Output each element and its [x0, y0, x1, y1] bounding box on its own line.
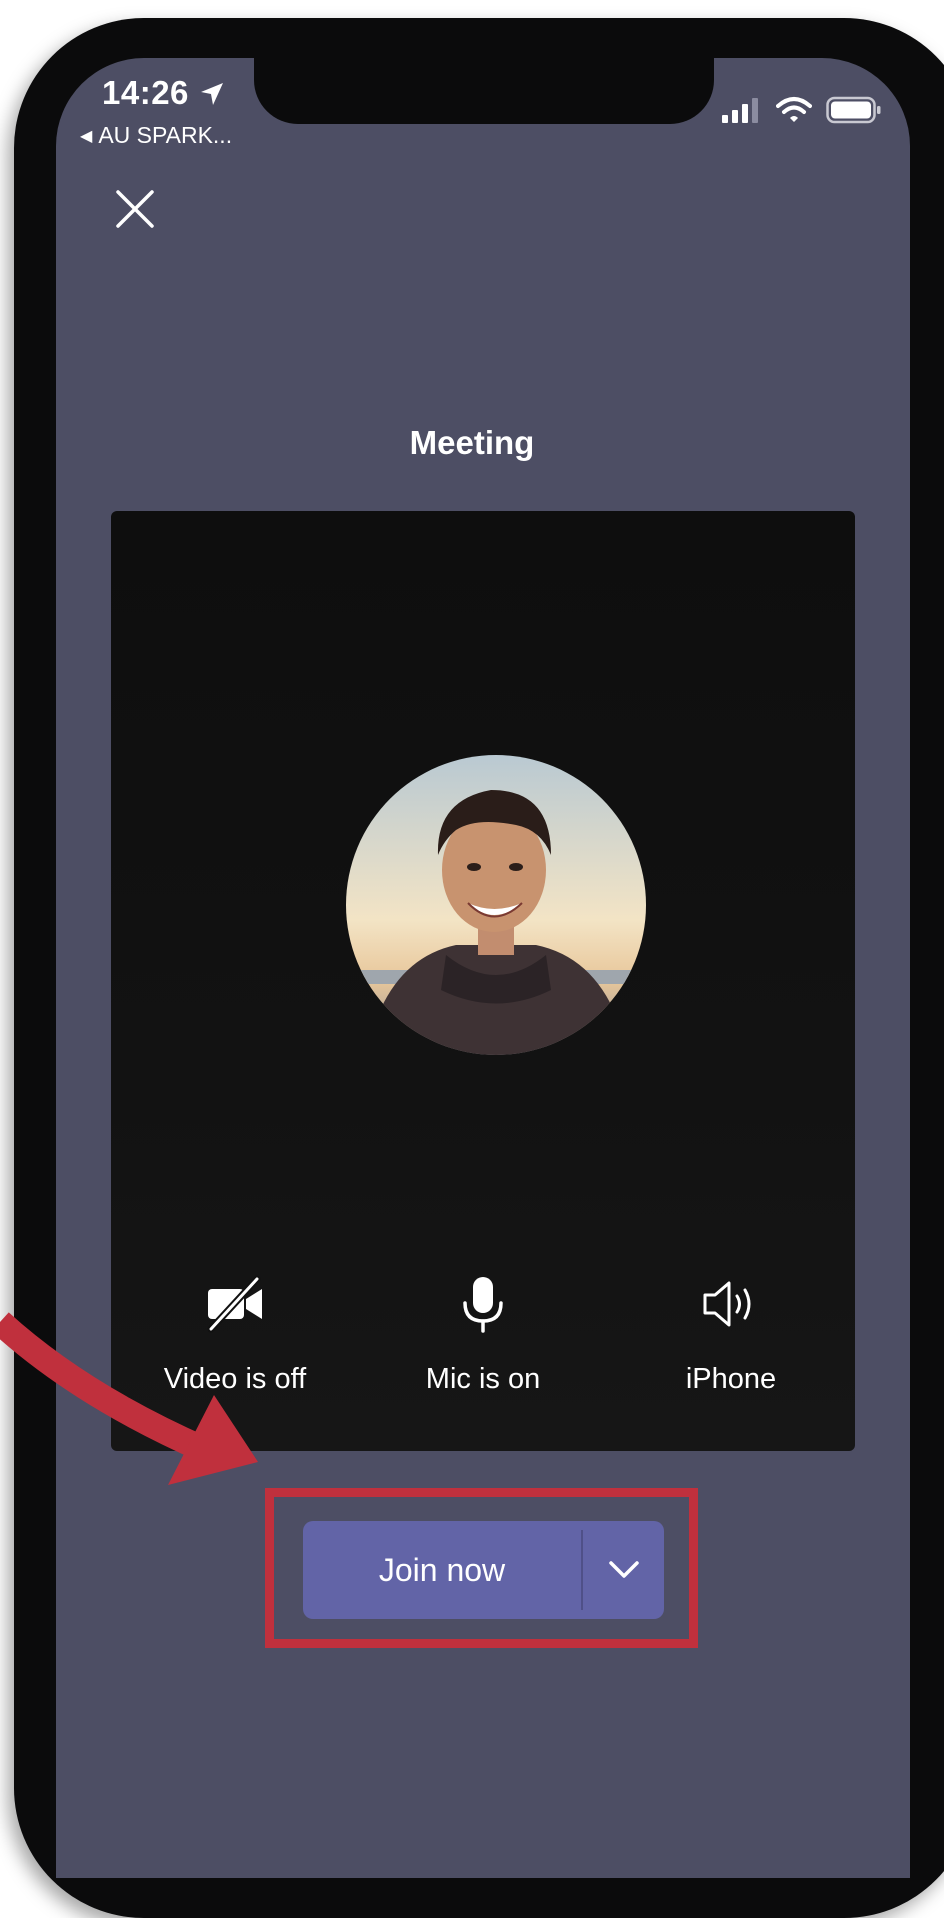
join-now-button[interactable]: Join now	[303, 1521, 581, 1619]
join-options-button[interactable]	[583, 1521, 664, 1619]
back-app-label: AU SPARK...	[98, 122, 233, 148]
close-icon[interactable]	[112, 186, 158, 232]
annotation-arrow	[0, 1312, 258, 1485]
join-now-split-button[interactable]: Join now	[303, 1521, 664, 1619]
signal-icon	[722, 98, 758, 123]
status-time: 14:26	[102, 74, 189, 111]
mic-status-label: Mic is on	[425, 1363, 541, 1395]
mic-toggle-button[interactable]: Mic is on	[359, 1275, 607, 1396]
audio-output-button[interactable]: iPhone	[607, 1275, 855, 1396]
location-arrow-icon	[201, 83, 223, 105]
back-triangle-icon: ◀	[80, 127, 93, 145]
wifi-icon	[776, 97, 812, 122]
mic-icon	[463, 1277, 503, 1333]
audio-output-label: iPhone	[685, 1363, 777, 1395]
notch	[254, 58, 714, 124]
avatar	[346, 755, 646, 1055]
meeting-title: Meeting	[409, 424, 535, 461]
chevron-down-icon	[608, 1561, 639, 1578]
status-icons	[722, 96, 882, 124]
speaker-icon	[703, 1281, 751, 1327]
back-to-app-link[interactable]: ◀ AU SPARK...	[80, 122, 232, 149]
battery-icon	[826, 96, 881, 124]
